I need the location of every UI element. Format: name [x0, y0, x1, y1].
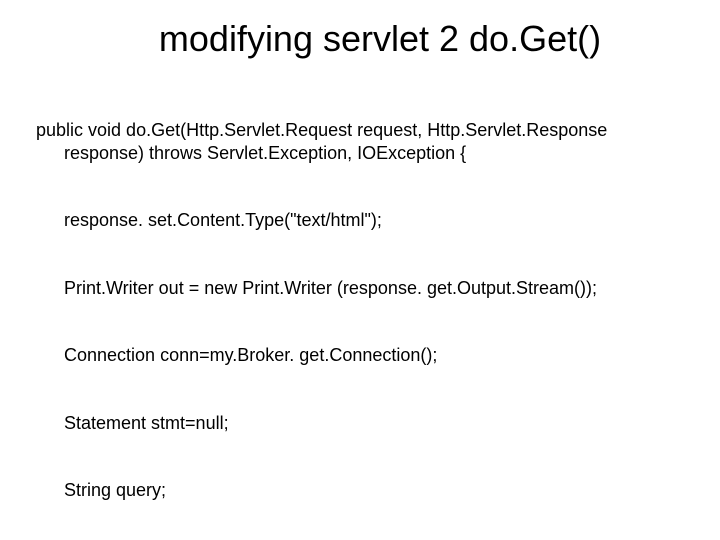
code-line: Connection conn=my.Broker. get.Connectio… [36, 344, 684, 367]
code-line: String query; [36, 479, 684, 502]
code-line: response. set.Content.Type("text/html"); [36, 209, 684, 232]
code-block: public void do.Get(Http.Servlet.Request … [36, 74, 684, 540]
slide: modifying servlet 2 do.Get() public void… [0, 0, 720, 540]
code-line: Print.Writer out = new Print.Writer (res… [36, 277, 684, 300]
slide-title: modifying servlet 2 do.Get() [36, 18, 684, 60]
method-signature: public void do.Get(Http.Servlet.Request … [36, 119, 684, 164]
code-line: Statement stmt=null; [36, 412, 684, 435]
